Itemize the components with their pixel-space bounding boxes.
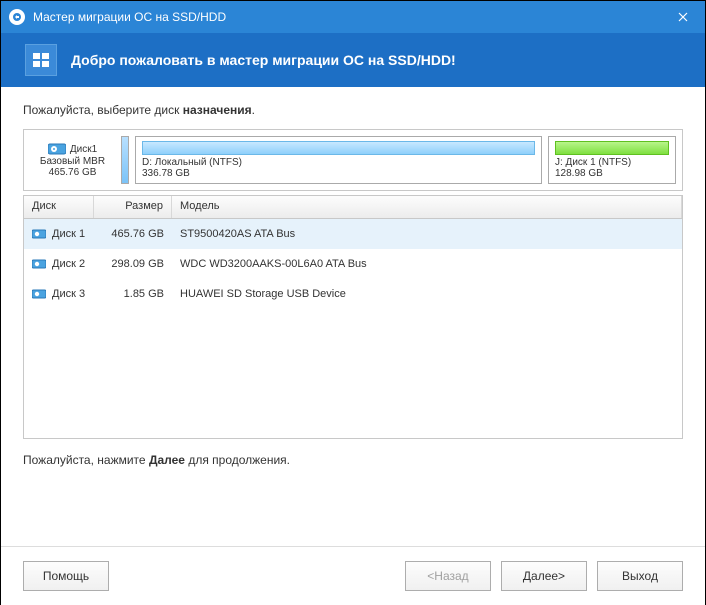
- col-header-model[interactable]: Модель: [172, 196, 682, 218]
- window-title: Мастер миграции ОС на SSD/HDD: [33, 10, 661, 24]
- row-disk: Диск 3: [52, 288, 85, 300]
- partition-name: J: Диск 1 (NTFS): [555, 157, 669, 168]
- row-size: 298.09 GB: [94, 258, 172, 270]
- next-button[interactable]: Далее>: [501, 561, 587, 591]
- instruction-text: Пожалуйста, выберите диск назначения.: [23, 103, 683, 117]
- exit-button[interactable]: Выход: [597, 561, 683, 591]
- back-button[interactable]: <Назад: [405, 561, 491, 591]
- col-header-disk[interactable]: Диск: [24, 196, 94, 218]
- hdd-icon: [32, 288, 46, 300]
- footer-instruction: Пожалуйста, нажмите Далее для продолжени…: [23, 453, 683, 467]
- titlebar: Мастер миграции ОС на SSD/HDD: [1, 1, 705, 33]
- partition-system-reserved[interactable]: [121, 136, 129, 184]
- banner-text: Добро пожаловать в мастер миграции ОС на…: [71, 52, 456, 68]
- partition-size: 336.78 GB: [142, 168, 535, 179]
- row-size: 465.76 GB: [94, 228, 172, 240]
- row-disk: Диск 1: [52, 228, 85, 240]
- table-row[interactable]: Диск 3 1.85 GBHUAWEI SD Storage USB Devic…: [24, 279, 682, 309]
- app-icon: [9, 9, 25, 25]
- table-row[interactable]: Диск 1 465.76 GBST9500420AS ATA Bus: [24, 219, 682, 249]
- help-button[interactable]: Помощь: [23, 561, 109, 591]
- content-area: Пожалуйста, выберите диск назначения. Ди…: [1, 87, 705, 477]
- hdd-icon: [32, 228, 46, 240]
- banner: Добро пожаловать в мастер миграции ОС на…: [1, 33, 705, 87]
- disk-size: 465.76 GB: [49, 167, 97, 178]
- disk-layout-panel: Диск1 Базовый MBR 465.76 GB D: Локальный…: [23, 129, 683, 191]
- disk-label: Диск1: [70, 144, 97, 155]
- partition-d[interactable]: D: Локальный (NTFS) 336.78 GB: [135, 136, 542, 184]
- table-row[interactable]: Диск 2 298.09 GBWDC WD3200AAKS-00L6A0 ATA…: [24, 249, 682, 279]
- partition-size: 128.98 GB: [555, 168, 669, 179]
- close-button[interactable]: [661, 1, 705, 33]
- row-model: WDC WD3200AAKS-00L6A0 ATA Bus: [172, 258, 682, 270]
- disk-summary: Диск1 Базовый MBR 465.76 GB: [30, 136, 115, 184]
- disk-type: Базовый MBR: [40, 156, 105, 167]
- partition-j[interactable]: J: Диск 1 (NTFS) 128.98 GB: [548, 136, 676, 184]
- disk-table-body: Диск 1 465.76 GBST9500420AS ATA Bus Диск 2…: [23, 219, 683, 439]
- disk-table-header: Диск Размер Модель: [23, 195, 683, 219]
- hdd-icon: [48, 142, 66, 156]
- button-bar: Помощь <Назад Далее> Выход: [1, 546, 705, 605]
- wizard-icon: [25, 44, 57, 76]
- row-size: 1.85 GB: [94, 288, 172, 300]
- row-model: HUAWEI SD Storage USB Device: [172, 288, 682, 300]
- row-model: ST9500420AS ATA Bus: [172, 228, 682, 240]
- hdd-icon: [32, 258, 46, 270]
- partition-bar: [555, 141, 669, 155]
- row-disk: Диск 2: [52, 258, 85, 270]
- partition-bar: [142, 141, 535, 155]
- partition-name: D: Локальный (NTFS): [142, 157, 535, 168]
- col-header-size[interactable]: Размер: [94, 196, 172, 218]
